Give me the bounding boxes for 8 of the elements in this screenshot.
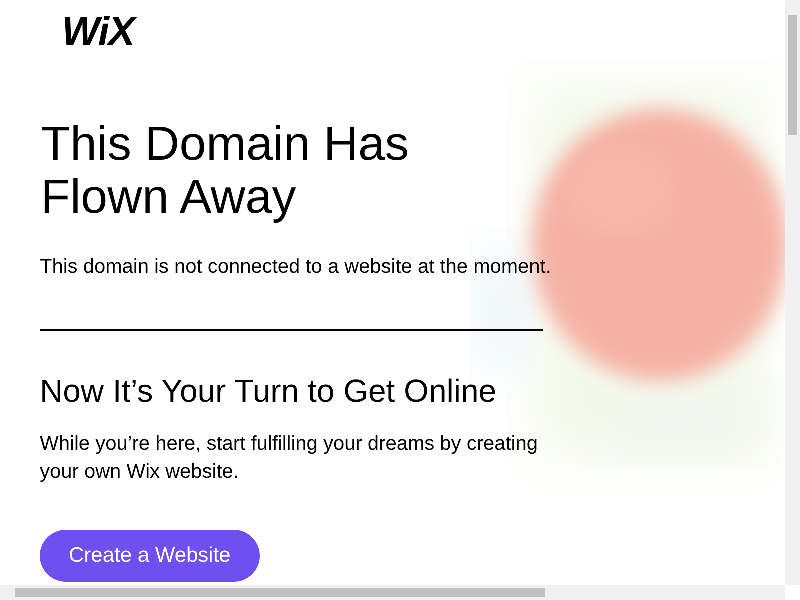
page-title: This Domain Has Flown Away — [41, 118, 410, 224]
horizontal-scrollbar[interactable] — [0, 585, 785, 600]
body-text: While you’re here, start fulfilling your dreams by creating your own Wix website. — [40, 432, 539, 485]
vertical-scrollbar[interactable] — [785, 0, 800, 585]
logo: WiX — [62, 12, 134, 52]
subtitle: This domain is not connected to a website at the moment. — [40, 256, 552, 279]
create-website-button[interactable]: Create a Website — [40, 530, 260, 582]
section-heading: Now It’s Your Turn to Get Online — [40, 373, 497, 410]
